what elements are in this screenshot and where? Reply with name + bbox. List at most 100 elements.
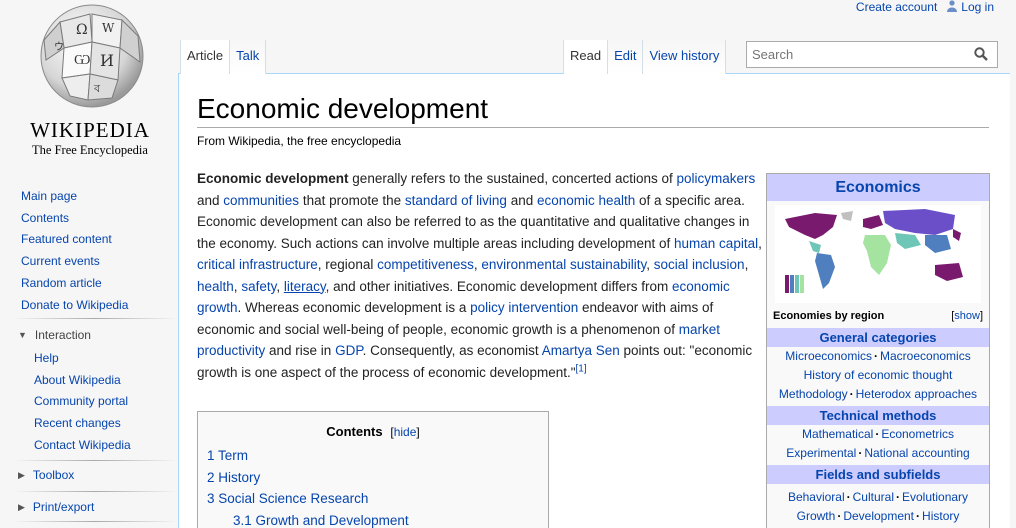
article-link[interactable]: communities [223,193,299,208]
triangle-right-icon: ▶ [18,501,25,512]
sidebar-item-donate[interactable]: Donate to Wikipedia [21,298,128,312]
sidebar-item-featured-content[interactable]: Featured content [21,232,112,246]
article-link[interactable]: health [197,279,234,294]
toc-list: 1 Term 2 History 3 Social Science Resear… [207,445,548,528]
bullet-separator: · [874,349,878,363]
infobox-show-link[interactable]: show [954,310,980,322]
infobox-link-history-of-economic-thought[interactable]: History of economic thought [804,368,953,382]
sidebar-item-contact[interactable]: Contact Wikipedia [34,438,131,452]
paragraph-text: , regional [317,257,378,272]
bullet-separator: · [849,387,854,401]
bullet-separator: · [846,490,851,504]
puzzle-globe-icon: Ω W Ѡ И ব ウ [40,4,144,108]
infobox-link-development[interactable]: Development [843,509,914,523]
paragraph-text: , [276,278,284,294]
sidebar-item-contents[interactable]: Contents [21,211,69,225]
infobox-link-behavioral[interactable]: Behavioral [788,490,845,504]
sidebar-item-current-events[interactable]: Current events [21,254,100,268]
sidebar-item-about[interactable]: About Wikipedia [34,373,121,387]
article-link[interactable]: economic health [537,193,635,208]
print-export-heading[interactable]: ▶ Print/export [18,500,94,514]
toc-hide-toggle[interactable]: [hide] [390,425,419,439]
article-link[interactable]: policy intervention [470,300,578,315]
sidebar-item-main-page[interactable]: Main page [21,189,77,203]
infobox-link-microeconomics[interactable]: Microeconomics [785,349,872,363]
section-heading-technical[interactable]: Technical methods [820,408,937,423]
infobox-link-macroeconomics[interactable]: Macroeconomics [880,349,971,363]
infobox-link-experimental[interactable]: Experimental [786,446,856,460]
wikipedia-logo[interactable]: Ω W Ѡ И ব ウ WIKIPEDIA The Free Encyclope… [20,0,160,160]
search-input[interactable] [747,42,967,67]
article-link[interactable]: Amartya Sen [542,343,620,358]
paragraph-text: , [758,235,762,251]
article-link[interactable]: competitiveness [377,257,474,272]
sidebar-item-recent-changes[interactable]: Recent changes [34,416,121,430]
paragraph-text: and [197,192,224,208]
toc-hide-link[interactable]: hide [394,425,417,439]
infobox-link-history[interactable]: History [922,509,959,523]
paragraph-text: . Whereas economic development is a [237,300,471,315]
section-heading-general[interactable]: General categories [819,330,936,345]
infobox-link-evolutionary[interactable]: Evolutionary [902,490,968,504]
infobox-link-heterodox-approaches[interactable]: Heterodox approaches [856,387,977,401]
reference-superscript: [1] [576,363,587,374]
tab-talk-label: Talk [236,48,260,63]
bullet-separator: · [896,490,900,504]
tab-view-history[interactable]: View history [643,40,727,74]
infobox-link-econometrics[interactable]: Econometrics [881,427,954,441]
search-icon[interactable] [974,47,988,61]
infobox-caption: Economies by region [show] [767,306,989,322]
create-account-link[interactable]: Create account [856,0,937,14]
reference-link[interactable]: [1] [576,363,587,374]
article-link[interactable]: policymakers [676,171,755,186]
sidebar: Main page Contents Featured content Curr… [0,186,178,316]
sidebar-divider [12,460,178,461]
article-link[interactable]: safety [241,279,276,294]
toc-item-social-science-research[interactable]: 3 Social Science Research [207,491,368,506]
tab-article[interactable]: Article [180,40,231,74]
article-link[interactable]: human capital [674,236,758,251]
infobox-link-methodology[interactable]: Methodology [779,387,848,401]
toc-item-history[interactable]: 2 History [207,470,260,485]
infobox-section-fields-and-subfields[interactable]: Fields and subfields [767,465,989,484]
infobox-section-technical-methods[interactable]: Technical methods [767,406,989,425]
article-link[interactable]: environmental sustainability [481,257,646,272]
svg-text:Ѡ: Ѡ [74,52,90,68]
article-link[interactable]: standard of living [405,193,507,208]
infobox-title[interactable]: Economics [767,174,989,201]
infobox-link-mathematical[interactable]: Mathematical [802,427,873,441]
tab-read[interactable]: Read [563,40,609,74]
infobox-section-general-categories[interactable]: General categories [767,328,989,347]
toolbox-heading[interactable]: ▶ Toolbox [18,468,74,482]
section-heading-fields[interactable]: Fields and subfields [816,467,941,482]
toc-item-term[interactable]: 1 Term [207,448,248,463]
sidebar-item-community-portal[interactable]: Community portal [34,394,128,408]
world-economy-map-image[interactable] [775,205,981,303]
login-group[interactable]: Log in [947,0,994,14]
sidebar-item-help[interactable]: Help [34,351,59,365]
tab-talk[interactable]: Talk [230,40,267,74]
toc-item-growth-and-development[interactable]: 3.1 Growth and Development [233,513,409,528]
infobox-show-toggle[interactable]: [show] [951,310,983,322]
interaction-heading[interactable]: ▼ Interaction [18,328,91,342]
article-link[interactable]: social inclusion [654,257,745,272]
infobox-link-cultural[interactable]: Cultural [853,490,894,504]
infobox-caption-text: Economies by region [773,310,885,322]
site-subtitle: From Wikipedia, the free encyclopedia [197,134,402,148]
article-link[interactable]: critical infrastructure [197,257,318,272]
user-icon [947,0,958,12]
sidebar-item-random-article[interactable]: Random article [21,276,102,290]
tab-view-history-label: View history [649,48,720,63]
paragraph-text: and rise in [265,343,336,358]
infobox-title-text[interactable]: Economics [835,179,920,196]
infobox-row: Mathematical · Econometrics [767,425,989,444]
infobox-link-growth[interactable]: Growth [797,509,836,523]
svg-text:И: И [100,51,114,70]
infobox-link-national-accounting[interactable]: National accounting [864,446,969,460]
login-link[interactable]: Log in [961,0,994,14]
paragraph-text: , [646,257,654,272]
tab-edit[interactable]: Edit [608,40,644,74]
article-link[interactable]: literacy [284,279,326,294]
sidebar-divider [12,491,178,492]
article-link[interactable]: GDP [335,343,363,358]
